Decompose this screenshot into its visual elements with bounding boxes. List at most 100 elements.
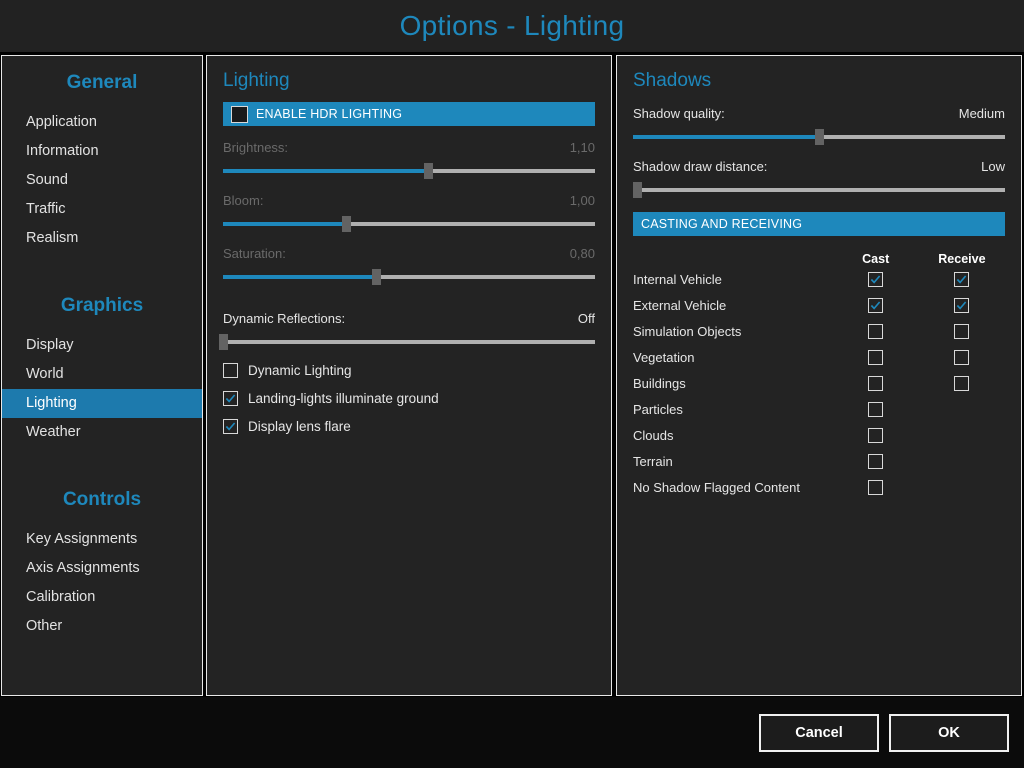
sidebar-item-key-assignments[interactable]: Key Assignments <box>2 525 202 554</box>
bloom-knob[interactable] <box>342 216 351 232</box>
dynamic-reflections-label: Dynamic Reflections: <box>223 311 345 326</box>
cast-checkbox-no-shadow-flagged-content[interactable] <box>868 480 883 495</box>
receive-checkbox-simulation-objects[interactable] <box>954 324 969 339</box>
checkmark-icon <box>870 274 881 285</box>
sidebar-item-weather[interactable]: Weather <box>2 418 202 447</box>
receive-cell-external-vehicle <box>919 298 1005 313</box>
sidebar-item-display[interactable]: Display <box>2 331 202 360</box>
checkmark-icon <box>225 421 236 432</box>
saturation-row: Saturation: 0,80 <box>223 246 595 285</box>
row-label-clouds: Clouds <box>633 428 833 443</box>
shadow-quality-value: Medium <box>959 106 1005 121</box>
cast-cell-simulation-objects <box>833 324 919 339</box>
sidebar-panel: General ApplicationInformationSoundTraffi… <box>1 55 203 696</box>
table-row: Simulation Objects <box>633 318 1005 344</box>
cast-cell-terrain <box>833 454 919 469</box>
sidebar-item-world[interactable]: World <box>2 360 202 389</box>
checkmark-icon <box>870 300 881 311</box>
checkmark-icon <box>956 274 967 285</box>
checkbox-landing-lights-illuminate-ground[interactable] <box>223 391 238 406</box>
option-row-display-lens-flare[interactable]: Display lens flare <box>223 419 595 434</box>
dynamic-reflections-slider[interactable] <box>223 334 595 350</box>
enable-hdr-lighting-band[interactable]: ENABLE HDR LIGHTING <box>223 102 595 126</box>
cast-checkbox-external-vehicle[interactable] <box>868 298 883 313</box>
sidebar-item-sound[interactable]: Sound <box>2 166 202 195</box>
cast-checkbox-particles[interactable] <box>868 402 883 417</box>
saturation-value: 0,80 <box>570 246 595 261</box>
lighting-options-group: Dynamic Lighting Landing-lights illuminat… <box>223 363 595 434</box>
option-label-dynamic-lighting: Dynamic Lighting <box>248 363 352 378</box>
sidebar-item-lighting[interactable]: Lighting <box>2 389 202 418</box>
cast-cell-particles <box>833 402 919 417</box>
receive-column-header: Receive <box>919 252 1005 266</box>
shadow-draw-distance-slider[interactable] <box>633 182 1005 198</box>
cast-cell-no-shadow-flagged-content <box>833 480 919 495</box>
cast-column-header: Cast <box>833 252 919 266</box>
shadow-draw-distance-knob[interactable] <box>633 182 642 198</box>
brightness-fill <box>223 169 428 173</box>
cast-cell-clouds <box>833 428 919 443</box>
option-row-landing-lights-illuminate-ground[interactable]: Landing-lights illuminate ground <box>223 391 595 406</box>
bloom-slider[interactable] <box>223 216 595 232</box>
row-label-internal-vehicle: Internal Vehicle <box>633 272 833 287</box>
bloom-row: Bloom: 1,00 <box>223 193 595 232</box>
row-label-terrain: Terrain <box>633 454 833 469</box>
lighting-panel: Lighting ENABLE HDR LIGHTING Brightness:… <box>206 55 612 696</box>
sidebar-item-realism[interactable]: Realism <box>2 224 202 253</box>
receive-checkbox-buildings[interactable] <box>954 376 969 391</box>
brightness-value: 1,10 <box>570 140 595 155</box>
casting-and-receiving-band: CASTING AND RECEIVING <box>633 212 1005 236</box>
shadow-sliders-group: Shadow quality:MediumShadow draw distanc… <box>633 106 1005 198</box>
saturation-knob[interactable] <box>372 269 381 285</box>
saturation-slider[interactable] <box>223 269 595 285</box>
sidebar-item-calibration[interactable]: Calibration <box>2 583 202 612</box>
sidebar-group-title-general: General <box>2 72 202 94</box>
shadow-draw-distance-rail <box>633 188 1005 192</box>
lighting-section-title: Lighting <box>223 70 595 92</box>
enable-hdr-lighting-label: ENABLE HDR LIGHTING <box>256 107 402 121</box>
sidebar-item-traffic[interactable]: Traffic <box>2 195 202 224</box>
table-row: Particles <box>633 396 1005 422</box>
cast-checkbox-clouds[interactable] <box>868 428 883 443</box>
brightness-knob[interactable] <box>424 163 433 179</box>
receive-cell-internal-vehicle <box>919 272 1005 287</box>
sidebar-nav: General ApplicationInformationSoundTraffi… <box>2 72 202 667</box>
cast-checkbox-buildings[interactable] <box>868 376 883 391</box>
bloom-label: Bloom: <box>223 193 263 208</box>
bloom-value: 1,00 <box>570 193 595 208</box>
brightness-slider[interactable] <box>223 163 595 179</box>
cast-checkbox-internal-vehicle[interactable] <box>868 272 883 287</box>
dynamic-reflections-knob[interactable] <box>219 334 228 350</box>
receive-checkbox-internal-vehicle[interactable] <box>954 272 969 287</box>
cast-checkbox-vegetation[interactable] <box>868 350 883 365</box>
table-row: Vegetation <box>633 344 1005 370</box>
checkbox-dynamic-lighting[interactable] <box>223 363 238 378</box>
receive-checkbox-vegetation[interactable] <box>954 350 969 365</box>
title-bar: Options - Lighting <box>0 0 1024 52</box>
cancel-button[interactable]: Cancel <box>759 714 879 752</box>
ok-button[interactable]: OK <box>889 714 1009 752</box>
shadow-draw-distance-value: Low <box>981 159 1005 174</box>
receive-cell-vegetation <box>919 350 1005 365</box>
shadow-quality-fill <box>633 135 819 139</box>
dynamic-reflections-row: Dynamic Reflections:Off <box>223 311 595 350</box>
sidebar-item-information[interactable]: Information <box>2 137 202 166</box>
option-row-dynamic-lighting[interactable]: Dynamic Lighting <box>223 363 595 378</box>
cast-checkbox-simulation-objects[interactable] <box>868 324 883 339</box>
sidebar-group-title-graphics: Graphics <box>2 295 202 317</box>
enable-hdr-lighting-checkbox[interactable] <box>231 106 248 123</box>
saturation-label: Saturation: <box>223 246 286 261</box>
shadow-quality-slider[interactable] <box>633 129 1005 145</box>
table-row: Terrain <box>633 448 1005 474</box>
page-title: Options - Lighting <box>400 10 625 42</box>
cast-checkbox-terrain[interactable] <box>868 454 883 469</box>
shadow-quality-knob[interactable] <box>815 129 824 145</box>
saturation-fill <box>223 275 376 279</box>
receive-checkbox-external-vehicle[interactable] <box>954 298 969 313</box>
cast-cell-internal-vehicle <box>833 272 919 287</box>
row-label-simulation-objects: Simulation Objects <box>633 324 833 339</box>
checkbox-display-lens-flare[interactable] <box>223 419 238 434</box>
sidebar-item-application[interactable]: Application <box>2 108 202 137</box>
sidebar-item-other[interactable]: Other <box>2 612 202 641</box>
sidebar-item-axis-assignments[interactable]: Axis Assignments <box>2 554 202 583</box>
